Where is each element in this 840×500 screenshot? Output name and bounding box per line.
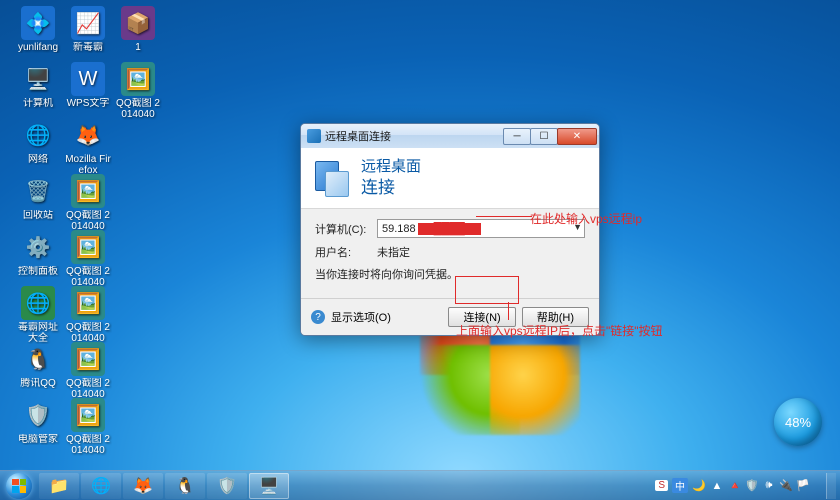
icon-label: QQ截图 20140401… [114, 98, 162, 120]
desktop-icon-yunlifang[interactable]: 💠 yunlifang [14, 6, 62, 53]
username-label: 用户名: [315, 244, 377, 260]
icon-glyph: W [71, 62, 105, 96]
tray-icon-3[interactable]: 🔌 [779, 479, 793, 493]
sync-arrows-icon: ↻ [335, 181, 349, 195]
taskbar-explorer[interactable]: 📁 [39, 473, 79, 499]
desktop-icon-QQ截图-20140401…[interactable]: 🖼️QQ截图 20140401… [64, 398, 112, 456]
icon-label: 1 [114, 42, 162, 53]
ime-indicator-cn[interactable]: 中 [672, 478, 688, 493]
icon-glyph: ⚙️ [21, 230, 55, 264]
taskbar-firefox[interactable]: 🦊 [123, 473, 163, 499]
icon-glyph: 📦 [121, 6, 155, 40]
desktop-icon-Mozilla-Firefox[interactable]: 🦊Mozilla Firefox [64, 118, 112, 176]
maximize-button[interactable]: ☐ [530, 128, 558, 145]
icon-glyph: 🖼️ [71, 230, 105, 264]
dialog-header: ↻ 远程桌面 连接 [301, 148, 599, 209]
desktop-icon-新毒霸[interactable]: 📈 新毒霸 [64, 6, 112, 53]
taskbar-rdp[interactable]: 🖥️ [249, 473, 289, 499]
icon-label: QQ截图 20140401… [64, 266, 112, 288]
desktop-icon-QQ截图-20140401…[interactable]: 🖼️QQ截图 20140401… [64, 342, 112, 400]
desktop-icon-电脑管家[interactable]: 🛡️ 电脑管家 [14, 398, 62, 445]
credential-note: 当你连接时将向你询问凭据。 [315, 266, 585, 282]
desktop-icon-网络[interactable]: 🌐 网络 [14, 118, 62, 165]
show-desktop-button[interactable] [826, 473, 836, 499]
icon-glyph: 🐧 [21, 342, 55, 376]
minimize-button[interactable]: ─ [503, 128, 531, 145]
taskbar: 📁🌐🦊🐧🛡️🖥️ S 中 🌙 ▲ 🔺🛡️🕪🔌🏳️ [0, 470, 840, 500]
titlebar[interactable]: 远程桌面连接 ─ ☐ ✕ [301, 124, 599, 148]
tray-icon-1[interactable]: 🛡️ [745, 479, 759, 493]
icon-label: QQ截图 20140401… [64, 322, 112, 344]
icon-label: 新毒霸 [64, 42, 112, 53]
icon-glyph: 🖼️ [121, 62, 155, 96]
icon-glyph: 🖥️ [21, 62, 55, 96]
icon-label: 腾讯QQ [14, 378, 62, 389]
desktop-icon-回收站[interactable]: 🗑️ 回收站 [14, 174, 62, 221]
tray-chevron-up-icon[interactable]: ▲ [710, 479, 724, 493]
icon-label: QQ截图 20140401… [64, 378, 112, 400]
icon-label: QQ截图 20140401… [64, 210, 112, 232]
icon-label: 网络 [14, 154, 62, 165]
icon-label: QQ截图 20140401… [64, 434, 112, 456]
username-value: 未指定 [377, 244, 410, 260]
computer-value: 59.188 [382, 223, 416, 235]
icon-label: 控制面板 [14, 266, 62, 277]
rdp-icon [307, 129, 321, 143]
icon-glyph: 🗑️ [21, 174, 55, 208]
icon-glyph: 🖼️ [71, 342, 105, 376]
rdp-big-icon: ↻ [313, 159, 351, 197]
start-button[interactable] [0, 471, 38, 500]
rdp-dialog: 远程桌面连接 ─ ☐ ✕ ↻ 远程桌面 连接 计算机(C): 59.188 ██… [300, 123, 600, 336]
annotation-arrow-2 [508, 302, 509, 320]
header-line2: 连接 [361, 177, 421, 198]
icon-glyph: 🖼️ [71, 174, 105, 208]
header-line1: 远程桌面 [361, 158, 421, 177]
taskbar-guanjia[interactable]: 🛡️ [207, 473, 247, 499]
icon-glyph: 🦊 [71, 118, 105, 152]
annotation-connect: 上面输入vps远程IP后，点击"链接"按钮 [456, 322, 663, 339]
system-tray: S 中 🌙 ▲ 🔺🛡️🕪🔌🏳️ [651, 473, 840, 499]
icon-glyph: 🖼️ [71, 398, 105, 432]
icon-glyph: 🖼️ [71, 286, 105, 320]
icon-glyph: 🛡️ [21, 398, 55, 432]
close-button[interactable]: ✕ [557, 128, 597, 145]
ime-indicator-s[interactable]: S [655, 480, 668, 491]
taskbar-chrome[interactable]: 🌐 [81, 473, 121, 499]
tray-icon-4[interactable]: 🏳️ [796, 479, 810, 493]
desktop-icon-QQ截图-20140401…[interactable]: 🖼️QQ截图 20140401… [114, 62, 162, 120]
tray-icon-0[interactable]: 🔺 [728, 479, 742, 493]
window-title: 远程桌面连接 [325, 128, 504, 144]
desktop-icon-QQ截图-20140401…[interactable]: 🖼️QQ截图 20140401… [64, 230, 112, 288]
desktop-icon-计算机[interactable]: 🖥️ 计算机 [14, 62, 62, 109]
desktop-icon-腾讯QQ[interactable]: 🐧 腾讯QQ [14, 342, 62, 389]
desktop-icon-WPS文字[interactable]: W WPS文字 [64, 62, 112, 109]
icon-label: 电脑管家 [14, 434, 62, 445]
tray-icon-2[interactable]: 🕪 [762, 479, 776, 493]
desktop-icon-1[interactable]: 📦1 [114, 6, 162, 53]
desktop-icon-QQ截图-20140401…[interactable]: 🖼️QQ截图 20140401… [64, 286, 112, 344]
icon-glyph: 🌐 [21, 118, 55, 152]
desktop-icon-QQ截图-20140401…[interactable]: 🖼️QQ截图 20140401… [64, 174, 112, 232]
icon-label: Mozilla Firefox [64, 154, 112, 176]
taskbar-qq[interactable]: 🐧 [165, 473, 205, 499]
show-options-link[interactable]: 显示选项(O) [331, 309, 448, 325]
icon-label: 毒霸网址大全 [14, 322, 62, 344]
ime-moon-icon[interactable]: 🌙 [692, 479, 706, 493]
annotation-input: 在此处输入vps远程ip [530, 210, 642, 227]
help-icon[interactable]: ? [311, 310, 325, 324]
icon-glyph: 💠 [21, 6, 55, 40]
icon-glyph: 📈 [71, 6, 105, 40]
icon-label: WPS文字 [64, 98, 112, 109]
desktop-icon-毒霸网址大全[interactable]: 🌐毒霸网址大全 [14, 286, 62, 344]
redacted-ip: ████ [418, 223, 481, 235]
annotation-arrow-1 [476, 216, 532, 217]
computer-label: 计算机(C): [315, 221, 377, 237]
icon-glyph: 🌐 [21, 286, 55, 320]
icon-label: yunlifang [14, 42, 62, 53]
percent-badge[interactable]: 48% [774, 398, 822, 446]
icon-label: 计算机 [14, 98, 62, 109]
icon-label: 回收站 [14, 210, 62, 221]
desktop-icon-控制面板[interactable]: ⚙️ 控制面板 [14, 230, 62, 277]
